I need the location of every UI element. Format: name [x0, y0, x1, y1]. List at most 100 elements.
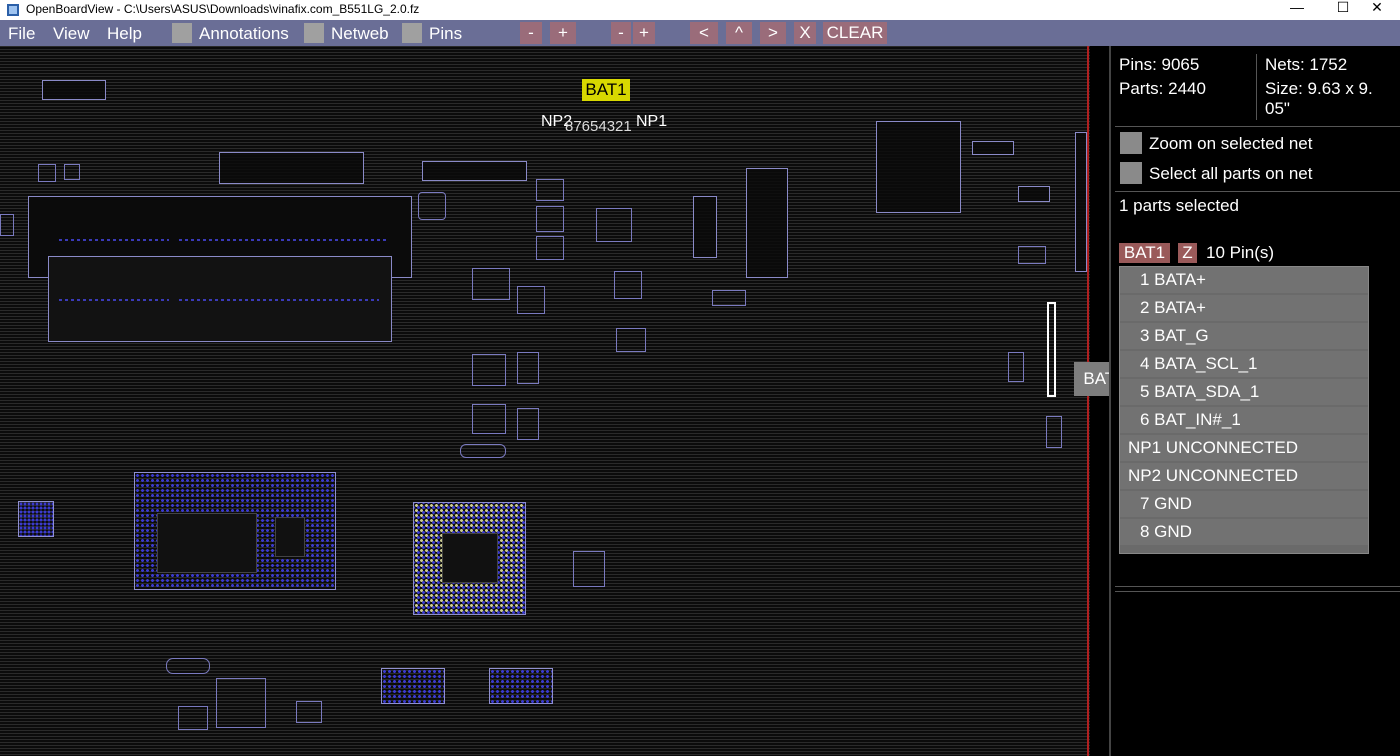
ic-square-13[interactable]: [573, 551, 605, 587]
up-button[interactable]: ^: [726, 22, 752, 44]
bat1-pin-numbers: 87654321: [565, 118, 632, 135]
ic-rect-5[interactable]: [0, 214, 14, 236]
ic-small-2[interactable]: [64, 164, 80, 180]
ic-square-7[interactable]: [614, 271, 642, 299]
ic-square-15[interactable]: [178, 706, 208, 730]
memory-slot-bottom[interactable]: [48, 256, 392, 342]
pin-item-np2[interactable]: NP2 UNCONNECTED: [1120, 463, 1368, 489]
board-edge-line: [1087, 46, 1089, 756]
app-icon: [7, 4, 19, 16]
ic-square-16[interactable]: [296, 701, 322, 723]
ic-inductor-1[interactable]: [418, 192, 446, 220]
minimize-button[interactable]: —: [1274, 0, 1320, 20]
gpu-bga[interactable]: [413, 502, 526, 615]
parts-count: Parts: 2440: [1119, 79, 1206, 98]
pin-item-5[interactable]: 5 BATA_SDA_1: [1120, 379, 1368, 405]
pin-item-3[interactable]: 3 BAT_G: [1120, 323, 1368, 349]
ic-square-4[interactable]: [596, 208, 632, 242]
pin-list: 1 BATA+ 2 BATA+ 3 BAT_G 4 BATA_SCL_1 5 B…: [1119, 266, 1369, 554]
ic-rect-3[interactable]: [1046, 416, 1062, 448]
ic-rect-4[interactable]: [1008, 352, 1024, 382]
ic-square-8[interactable]: [472, 354, 506, 386]
zoom-selected-net-checkbox[interactable]: [1120, 132, 1142, 154]
pin-item-6[interactable]: 6 BAT_IN#_1: [1120, 407, 1368, 433]
ic-square-6[interactable]: [517, 286, 545, 314]
ic-square-10[interactable]: [472, 404, 506, 434]
inductor-3[interactable]: [460, 444, 506, 458]
pin-item-4[interactable]: 4 BATA_SCL_1: [1120, 351, 1368, 377]
zoom-out-secondary-button[interactable]: -: [611, 22, 631, 44]
connector-small[interactable]: [42, 80, 106, 100]
menu-help[interactable]: Help: [107, 24, 142, 44]
selection-summary: 1 parts selected: [1119, 196, 1240, 215]
annotations-label: Annotations: [199, 24, 289, 43]
component-right[interactable]: [1018, 186, 1050, 202]
selected-part-badge[interactable]: BAT1: [1119, 243, 1170, 263]
zoom-out-button[interactable]: -: [520, 22, 542, 44]
panel-separator-3: [1115, 586, 1400, 587]
pin-count-label: 10 Pin(s): [1206, 243, 1275, 262]
connector-top-left[interactable]: [219, 152, 364, 184]
cpu-bga[interactable]: [134, 472, 336, 590]
pin-item-7[interactable]: 7 GND: [1120, 491, 1368, 517]
clear-button[interactable]: CLEAR: [823, 22, 887, 44]
ic-rect-2[interactable]: [1018, 246, 1046, 264]
ic-square-9[interactable]: [517, 352, 539, 384]
ic-small-1[interactable]: [38, 164, 56, 182]
zoom-in-button[interactable]: +: [550, 22, 576, 44]
netweb-label: Netweb: [331, 24, 389, 43]
pin-item-8[interactable]: 8 GND: [1120, 519, 1368, 545]
pins-count: Pins: 9065: [1119, 55, 1200, 74]
bat2-part-outline[interactable]: [1047, 302, 1056, 397]
small-bga-left[interactable]: [18, 501, 54, 537]
menu-view[interactable]: View: [53, 24, 90, 44]
ic-square-14[interactable]: [216, 678, 266, 728]
panel-separator-4: [1115, 591, 1400, 592]
ic-square-12[interactable]: [616, 328, 646, 352]
pin-item-2[interactable]: 2 BATA+: [1120, 295, 1368, 321]
next-button[interactable]: >: [760, 22, 786, 44]
vram-chip-2[interactable]: [489, 668, 553, 704]
ic-square-3[interactable]: [536, 236, 564, 260]
nets-count: Nets: 1752: [1265, 55, 1348, 74]
panel-separator-2: [1115, 191, 1400, 192]
ic-tall-center[interactable]: [746, 168, 788, 278]
bat1-highlight-label[interactable]: BAT1: [582, 79, 630, 101]
ic-rect-1[interactable]: [712, 290, 746, 306]
ic-square-1[interactable]: [536, 179, 564, 201]
ic-square-11[interactable]: [517, 408, 539, 440]
edge-connector[interactable]: [1075, 132, 1087, 272]
board-canvas[interactable]: BAT1 NP2 NP1 87654321: [0, 46, 1090, 756]
menu-bar: File View Help Annotations Netweb Pins -…: [0, 20, 1400, 46]
select-all-parts-label: Select all parts on net: [1149, 164, 1313, 183]
ic-large-right[interactable]: [876, 121, 961, 213]
annotations-checkbox[interactable]: [172, 23, 192, 43]
zoom-to-part-button[interactable]: Z: [1178, 243, 1197, 263]
board-size-line2: 05": [1265, 99, 1290, 118]
ic-square-2[interactable]: [536, 206, 564, 232]
title-bar: OpenBoardView - C:\Users\ASUS\Downloads\…: [0, 0, 1400, 20]
zoom-selected-net-label: Zoom on selected net: [1149, 134, 1313, 153]
previous-button[interactable]: <: [690, 22, 718, 44]
pin-item-1[interactable]: 1 BATA+: [1120, 267, 1368, 293]
stats-separator: [1256, 54, 1257, 120]
np1-label: NP1: [636, 113, 668, 130]
window-title: OpenBoardView - C:\Users\ASUS\Downloads\…: [26, 2, 420, 16]
vram-chip-1[interactable]: [381, 668, 445, 704]
menu-file[interactable]: File: [8, 24, 35, 44]
inductor-2[interactable]: [166, 658, 210, 674]
connector-top-center[interactable]: [422, 161, 527, 181]
board-size-line1: Size: 9.63 x 9.: [1265, 79, 1373, 98]
close-search-button[interactable]: X: [794, 22, 816, 44]
pins-checkbox[interactable]: [402, 23, 422, 43]
ic-narrow[interactable]: [693, 196, 717, 258]
panel-separator-1: [1115, 126, 1400, 127]
pins-label: Pins: [429, 24, 463, 43]
pin-item-np1[interactable]: NP1 UNCONNECTED: [1120, 435, 1368, 461]
ic-square-5[interactable]: [472, 268, 510, 300]
netweb-checkbox[interactable]: [304, 23, 324, 43]
close-window-button[interactable]: ✕: [1354, 0, 1400, 20]
select-all-parts-checkbox[interactable]: [1120, 162, 1142, 184]
connector-right[interactable]: [972, 141, 1014, 155]
zoom-in-secondary-button[interactable]: +: [633, 22, 655, 44]
